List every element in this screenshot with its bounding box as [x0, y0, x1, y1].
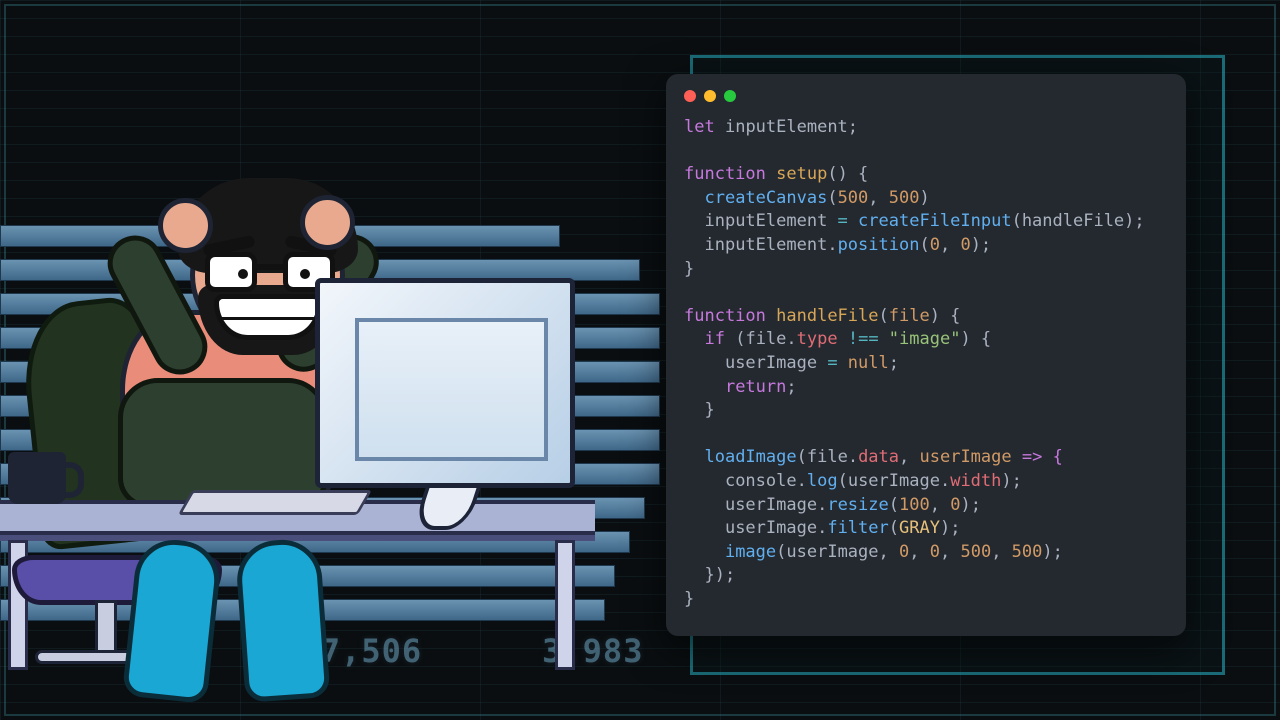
fist-right — [300, 195, 355, 250]
fist-left — [158, 198, 213, 253]
keyboard — [178, 490, 372, 515]
character-mouth — [214, 294, 322, 340]
desk-leg-right — [555, 540, 575, 670]
window-traffic-lights — [684, 90, 1168, 102]
cartoon-scene — [0, 0, 660, 720]
leg-right — [235, 537, 331, 703]
character-shirt — [118, 378, 328, 508]
leg-left — [122, 536, 223, 704]
code-editor-window: let inputElement; function setup() { cre… — [666, 74, 1186, 636]
glasses-bridge — [257, 264, 283, 270]
character-legs — [130, 540, 340, 700]
minimize-icon[interactable] — [704, 90, 716, 102]
chair-post — [95, 600, 117, 655]
monitor — [315, 278, 575, 488]
coffee-mug — [8, 452, 66, 504]
code-block: let inputElement; function setup() { cre… — [684, 116, 1168, 611]
lens-left — [205, 252, 257, 292]
maximize-icon[interactable] — [724, 90, 736, 102]
close-icon[interactable] — [684, 90, 696, 102]
